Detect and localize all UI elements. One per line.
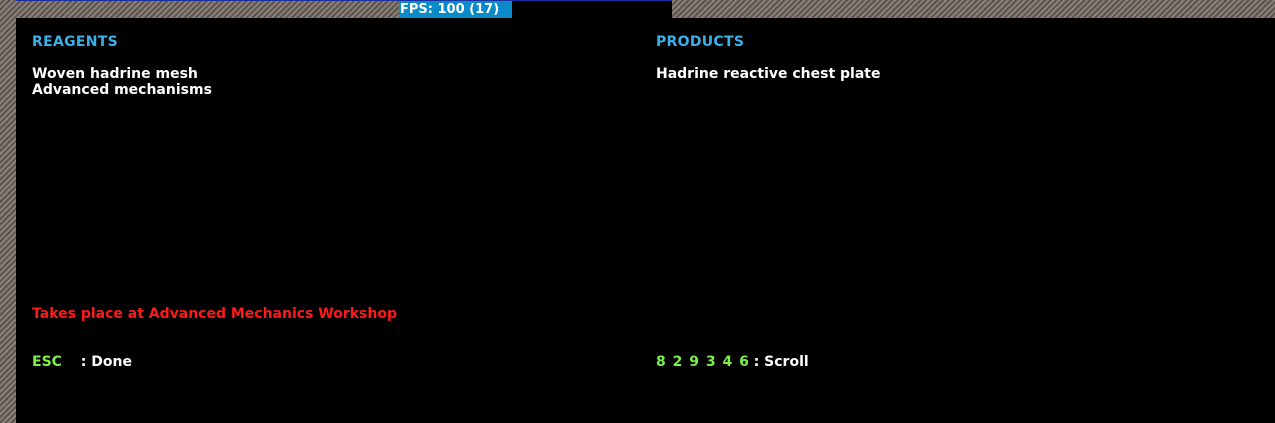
done-label: : Done: [80, 354, 132, 370]
fps-counter: FPS: 100 (17): [399, 1, 512, 18]
frame-border-left: [0, 0, 16, 423]
esc-key-label: ESC: [32, 354, 62, 370]
reaction-details-panel: REAGENTS Woven hadrine mesh Advanced mec…: [16, 18, 1275, 423]
reagents-heading: REAGENTS: [32, 34, 118, 50]
reagent-item: Woven hadrine mesh: [32, 66, 198, 82]
product-item: Hadrine reactive chest plate: [656, 66, 881, 82]
done-hint[interactable]: ESC : Done: [32, 354, 132, 370]
reagent-item: Advanced mechanisms: [32, 82, 212, 98]
products-heading: PRODUCTS: [656, 34, 745, 50]
workshop-location-text: Takes place at Advanced Mechanics Worksh…: [32, 306, 397, 322]
scroll-label: : Scroll: [753, 354, 809, 370]
top-bar-segment: [512, 0, 672, 18]
scroll-keys-label: 8 2 9 3 4 6: [656, 354, 749, 370]
scroll-hint[interactable]: 8 2 9 3 4 6 : Scroll: [656, 354, 809, 370]
